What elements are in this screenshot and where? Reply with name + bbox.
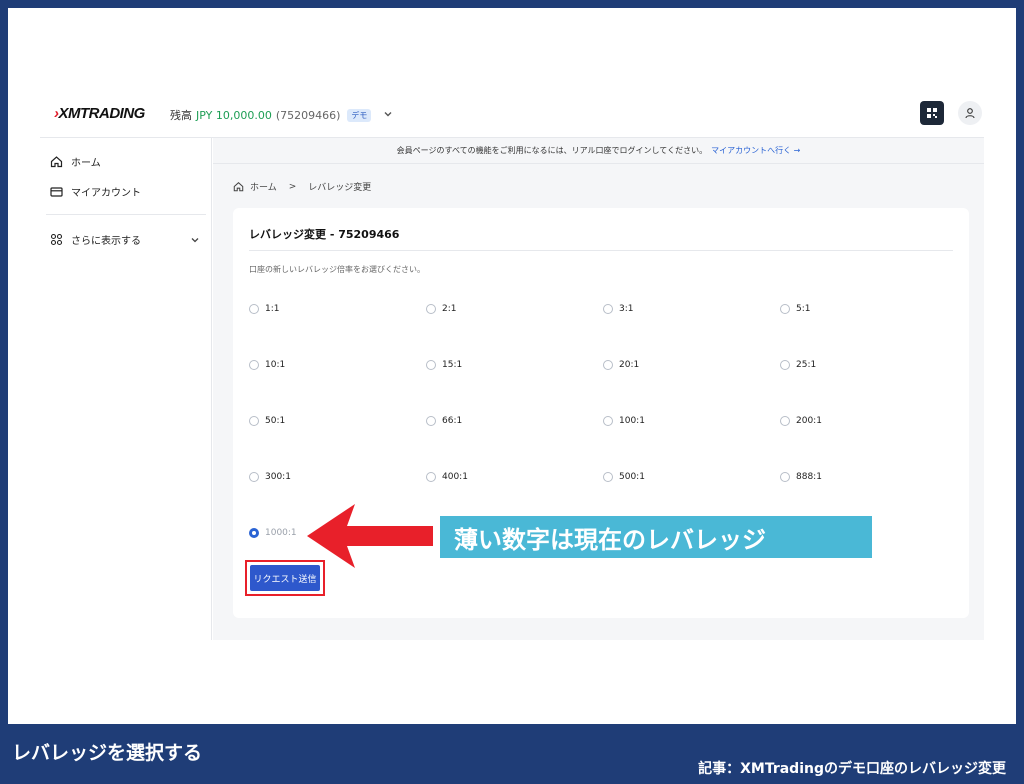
red-arrow-icon xyxy=(307,504,433,568)
radio-button-selected[interactable] xyxy=(249,528,259,538)
option-label: 400:1 xyxy=(442,472,468,482)
option-label: 200:1 xyxy=(796,416,822,426)
radio-button[interactable] xyxy=(780,304,790,314)
option-label: 100:1 xyxy=(619,416,645,426)
card-divider xyxy=(249,250,953,251)
leverage-option[interactable]: 500:1 xyxy=(603,472,645,482)
sidebar-item-label: ホーム xyxy=(71,158,101,169)
leverage-option[interactable]: 1:1 xyxy=(249,304,279,314)
leverage-option[interactable]: 15:1 xyxy=(426,360,462,370)
notice-text: 会員ページのすべての機能をご利用になるには、リアル口座でログインしてください。 xyxy=(396,146,708,155)
radio-button[interactable] xyxy=(426,360,436,370)
leverage-option[interactable]: 5:1 xyxy=(780,304,810,314)
leverage-option[interactable]: 66:1 xyxy=(426,416,462,426)
option-label: 15:1 xyxy=(442,360,463,370)
radio-button[interactable] xyxy=(249,304,259,314)
balance-amount: JPY 10,000.00 xyxy=(196,108,272,122)
account-number: (75209466) xyxy=(275,108,341,122)
breadcrumb: ホーム > レバレッジ変更 xyxy=(233,180,371,193)
radio-button[interactable] xyxy=(249,472,259,482)
option-label: 888:1 xyxy=(796,472,822,482)
card-title: レバレッジ変更 - 75209466 xyxy=(249,228,400,241)
radio-button[interactable] xyxy=(249,416,259,426)
leverage-option[interactable]: 888:1 xyxy=(780,472,822,482)
radio-button[interactable] xyxy=(780,360,790,370)
option-label: 25:1 xyxy=(796,360,817,370)
account-selector[interactable]: 残高 JPY 10,000.00 (75209466) デモ xyxy=(170,107,393,123)
radio-button[interactable] xyxy=(603,416,613,426)
top-bar: ›XMTRADING 残高 JPY 10,000.00 (75209466) デ… xyxy=(40,92,984,138)
user-icon xyxy=(965,108,975,119)
sidebar-item-label: さらに表示する xyxy=(71,236,141,247)
card-icon xyxy=(50,187,63,197)
option-label: 10:1 xyxy=(265,360,286,370)
radio-button[interactable] xyxy=(249,360,259,370)
sidebar: ホーム マイアカウント さらに表示する xyxy=(40,138,212,640)
breadcrumb-separator: > xyxy=(288,181,297,192)
sidebar-item-label: マイアカウント xyxy=(71,188,141,199)
option-label: 1:1 xyxy=(265,304,280,314)
sidebar-item-more[interactable]: さらに表示する xyxy=(50,232,200,247)
option-label: 20:1 xyxy=(619,360,640,370)
radio-button[interactable] xyxy=(426,416,436,426)
leverage-option[interactable]: 25:1 xyxy=(780,360,816,370)
breadcrumb-home[interactable]: ホーム xyxy=(250,180,277,193)
home-icon[interactable] xyxy=(233,181,244,192)
profile-button[interactable] xyxy=(958,101,982,125)
leverage-option[interactable]: 300:1 xyxy=(249,472,291,482)
option-label: 50:1 xyxy=(265,416,286,426)
grid-icon xyxy=(50,233,63,246)
sidebar-divider xyxy=(46,214,206,215)
radio-button[interactable] xyxy=(780,472,790,482)
login-notice: 会員ページのすべての機能をご利用になるには、リアル口座でログインしてください。 … xyxy=(213,138,984,164)
qr-icon xyxy=(927,108,937,118)
card-description: 口座の新しいレバレッジ倍率をお選びください。 xyxy=(249,265,425,274)
radio-button[interactable] xyxy=(603,472,613,482)
leverage-option[interactable]: 10:1 xyxy=(249,360,285,370)
option-label: 500:1 xyxy=(619,472,645,482)
leverage-option[interactable]: 100:1 xyxy=(603,416,645,426)
qr-code-button[interactable] xyxy=(920,101,944,125)
option-label: 1000:1 xyxy=(265,528,297,538)
option-label: 66:1 xyxy=(442,416,463,426)
radio-button[interactable] xyxy=(426,304,436,314)
radio-button[interactable] xyxy=(780,416,790,426)
option-label: 2:1 xyxy=(442,304,457,314)
leverage-option-current[interactable]: 1000:1 xyxy=(249,528,297,538)
balance-label: 残高 xyxy=(170,109,192,122)
my-account-link[interactable]: マイアカウントへ行く → xyxy=(711,145,800,156)
chevron-down-icon xyxy=(191,237,199,242)
radio-button[interactable] xyxy=(603,304,613,314)
leverage-option[interactable]: 20:1 xyxy=(603,360,639,370)
footer-title: レバレッジを選択する xyxy=(12,742,203,764)
leverage-option[interactable]: 200:1 xyxy=(780,416,822,426)
radio-button[interactable] xyxy=(603,360,613,370)
sidebar-item-my-account[interactable]: マイアカウント xyxy=(50,184,141,199)
sidebar-item-home[interactable]: ホーム xyxy=(50,154,101,169)
leverage-option[interactable]: 50:1 xyxy=(249,416,285,426)
chevron-down-icon[interactable] xyxy=(383,109,393,122)
option-label: 300:1 xyxy=(265,472,291,482)
annotation-callout: 薄い数字は現在のレバレッジ xyxy=(440,516,872,558)
option-label: 3:1 xyxy=(619,304,634,314)
logo-text: XMTRADING xyxy=(58,105,146,122)
demo-badge: デモ xyxy=(347,108,372,122)
leverage-option[interactable]: 3:1 xyxy=(603,304,633,314)
leverage-option[interactable]: 400:1 xyxy=(426,472,468,482)
leverage-option[interactable]: 2:1 xyxy=(426,304,456,314)
logo[interactable]: ›XMTRADING xyxy=(54,105,145,122)
home-icon xyxy=(50,156,63,168)
breadcrumb-current: レバレッジ変更 xyxy=(308,183,372,193)
radio-button[interactable] xyxy=(426,472,436,482)
option-label: 5:1 xyxy=(796,304,811,314)
footer-source: 記事：XMTradingのデモ口座のレバレッジ変更 xyxy=(698,761,1006,777)
